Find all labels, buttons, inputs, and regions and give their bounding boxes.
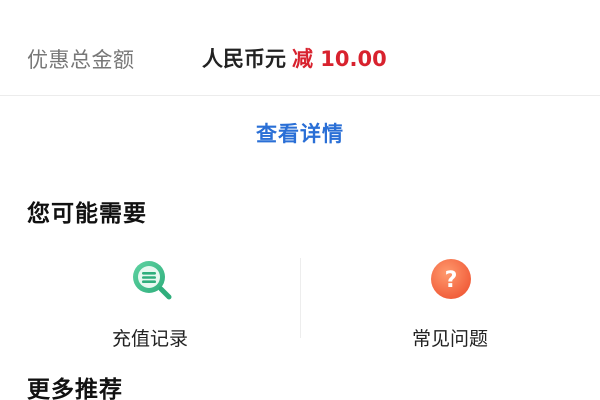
more-recommendations-title: 更多推荐 [27,377,123,400]
svg-text:?: ? [445,268,458,293]
you-may-need-title: 您可能需要 [27,201,147,227]
recharge-records-label: 充值记录 [111,328,188,350]
discount-amount: 减 10.00 [292,47,387,71]
records-search-icon [133,261,172,300]
page: 优惠总金额 人民币元减 10.00 查看详情 您可能需要 充值记录 ? 常见问题… [0,0,600,400]
discount-total-label: 优惠总金额 [27,48,135,72]
faq-button[interactable]: ? 常见问题 [300,258,600,350]
discount-total-value: 人民币元减 10.00 [202,43,387,73]
faq-label: 常见问题 [411,328,488,350]
discount-total-row: 优惠总金额 人民币元减 10.00 [0,0,600,96]
recharge-records-button[interactable]: 充值记录 [0,258,300,350]
view-details-link[interactable]: 查看详情 [0,118,600,148]
discount-currency: 人民币元 [202,47,286,71]
question-icon: ? [431,259,471,299]
